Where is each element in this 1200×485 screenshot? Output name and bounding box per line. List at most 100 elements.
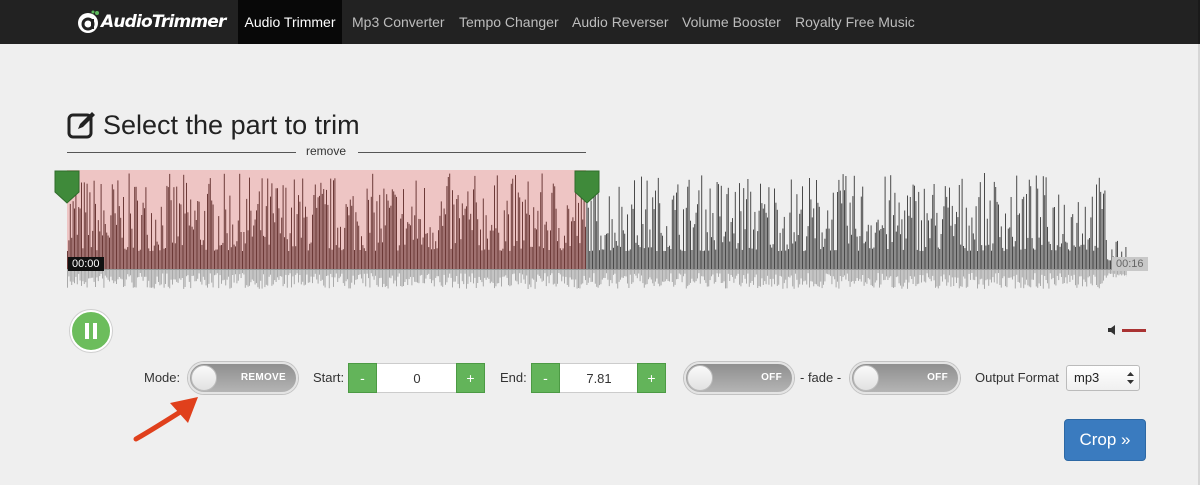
wave-bar	[715, 249, 717, 269]
crop-button[interactable]: Crop »	[1064, 419, 1146, 461]
wave-bar	[533, 207, 535, 269]
wave-reflection	[985, 270, 987, 281]
start-handle[interactable]	[54, 170, 80, 204]
wave-bar	[673, 195, 675, 269]
wave-bar	[174, 243, 176, 269]
wave-bar	[229, 195, 231, 269]
wave-reflection	[447, 270, 449, 278]
wave-reflection	[422, 270, 424, 284]
wave-reflection	[488, 270, 490, 279]
wave-bar	[151, 213, 152, 269]
start-decrement-button[interactable]: -	[348, 363, 377, 393]
wave-reflection	[968, 270, 970, 274]
wave-reflection	[981, 270, 983, 279]
wave-reflection	[470, 270, 472, 283]
start-increment-button[interactable]: +	[456, 363, 485, 393]
wave-bar	[601, 249, 603, 269]
output-format-select[interactable]: mp3	[1066, 365, 1140, 391]
logo[interactable]: AudioTrimmer	[76, 8, 226, 36]
wave-bar	[848, 243, 850, 269]
end-input[interactable]	[560, 363, 638, 393]
wave-bar	[877, 219, 879, 269]
wave-reflection	[831, 270, 833, 285]
fade-in-toggle[interactable]: OFF	[684, 362, 794, 394]
wave-reflection	[204, 270, 206, 280]
wave-bar	[548, 250, 550, 269]
wave-reflection	[655, 270, 656, 282]
wave-bar	[1033, 248, 1034, 269]
wave-bar	[776, 209, 778, 269]
wave-bar	[718, 184, 719, 269]
wave-bar	[937, 247, 939, 269]
wave-reflection	[667, 270, 669, 281]
wave-bar	[785, 250, 787, 269]
wave-reflection	[548, 270, 550, 284]
wave-bar	[935, 225, 936, 269]
nav-volume-booster[interactable]: Volume Booster	[682, 0, 781, 44]
end-handle[interactable]	[574, 170, 600, 204]
wave-bar	[692, 227, 694, 269]
logo-icon	[78, 10, 99, 33]
wave-reflection	[309, 270, 311, 283]
wave-reflection	[1112, 270, 1114, 278]
wave-bar	[135, 186, 137, 269]
wave-reflection	[393, 270, 395, 284]
end-increment-button[interactable]: +	[637, 363, 666, 393]
wave-bar	[433, 249, 435, 269]
wave-bar	[396, 196, 397, 269]
end-decrement-button[interactable]: -	[531, 363, 560, 393]
nav-royalty-free-music[interactable]: Royalty Free Music	[795, 0, 915, 44]
wave-reflection	[716, 270, 718, 274]
wave-reflection	[594, 270, 596, 284]
wave-bar	[1010, 197, 1012, 269]
wave-reflection	[914, 270, 915, 277]
fade-out-toggle[interactable]: OFF	[850, 362, 960, 394]
wave-bar	[1066, 242, 1068, 269]
wave-bar	[477, 219, 479, 269]
output-format-label: Output Format	[975, 370, 1059, 385]
mode-toggle[interactable]: REMOVE	[188, 362, 298, 394]
wave-bar	[398, 245, 400, 269]
wave-bar	[1002, 247, 1004, 269]
wave-reflection	[601, 270, 603, 280]
pause-button[interactable]	[70, 310, 112, 352]
wave-bar	[991, 250, 992, 269]
wave-bar	[422, 237, 424, 269]
nav-mp3-converter[interactable]: Mp3 Converter	[352, 0, 445, 44]
wave-bar	[657, 177, 659, 269]
wave-reflection	[314, 270, 316, 274]
wave-bar	[320, 182, 322, 269]
volume-icon[interactable]	[1107, 324, 1119, 336]
wave-reflection	[708, 270, 710, 287]
wave-reflection	[541, 270, 543, 282]
nav-audio-trimmer[interactable]: Audio Trimmer	[238, 0, 342, 44]
wave-bar	[811, 217, 813, 269]
volume-slider[interactable]	[1122, 329, 1146, 332]
wave-reflection	[158, 270, 159, 282]
wave-reflection	[1080, 270, 1082, 277]
wave-reflection	[131, 270, 133, 283]
wave-bar	[274, 222, 276, 269]
wave-reflection	[484, 270, 486, 278]
wave-reflection	[888, 270, 890, 278]
wave-reflection	[1068, 270, 1069, 275]
wave-reflection	[900, 270, 901, 286]
wave-reflection	[354, 270, 355, 285]
wave-bar	[772, 244, 774, 269]
nav-audio-reverser[interactable]: Audio Reverser	[572, 0, 669, 44]
wave-bar	[391, 189, 393, 269]
nav-tempo-changer[interactable]: Tempo Changer	[459, 0, 559, 44]
wave-bar	[1093, 250, 1095, 269]
wave-reflection	[1087, 270, 1089, 278]
wave-reflection	[799, 270, 801, 285]
wave-bar	[835, 250, 837, 269]
wave-reflection	[349, 270, 351, 289]
wave-bar	[802, 186, 803, 269]
start-input[interactable]	[377, 363, 457, 393]
wave-bar	[814, 238, 816, 269]
wave-bar	[495, 228, 497, 269]
wave-reflection	[877, 270, 879, 274]
wave-reflection	[930, 270, 932, 282]
wave-reflection	[173, 270, 175, 280]
wave-bar	[562, 248, 564, 269]
